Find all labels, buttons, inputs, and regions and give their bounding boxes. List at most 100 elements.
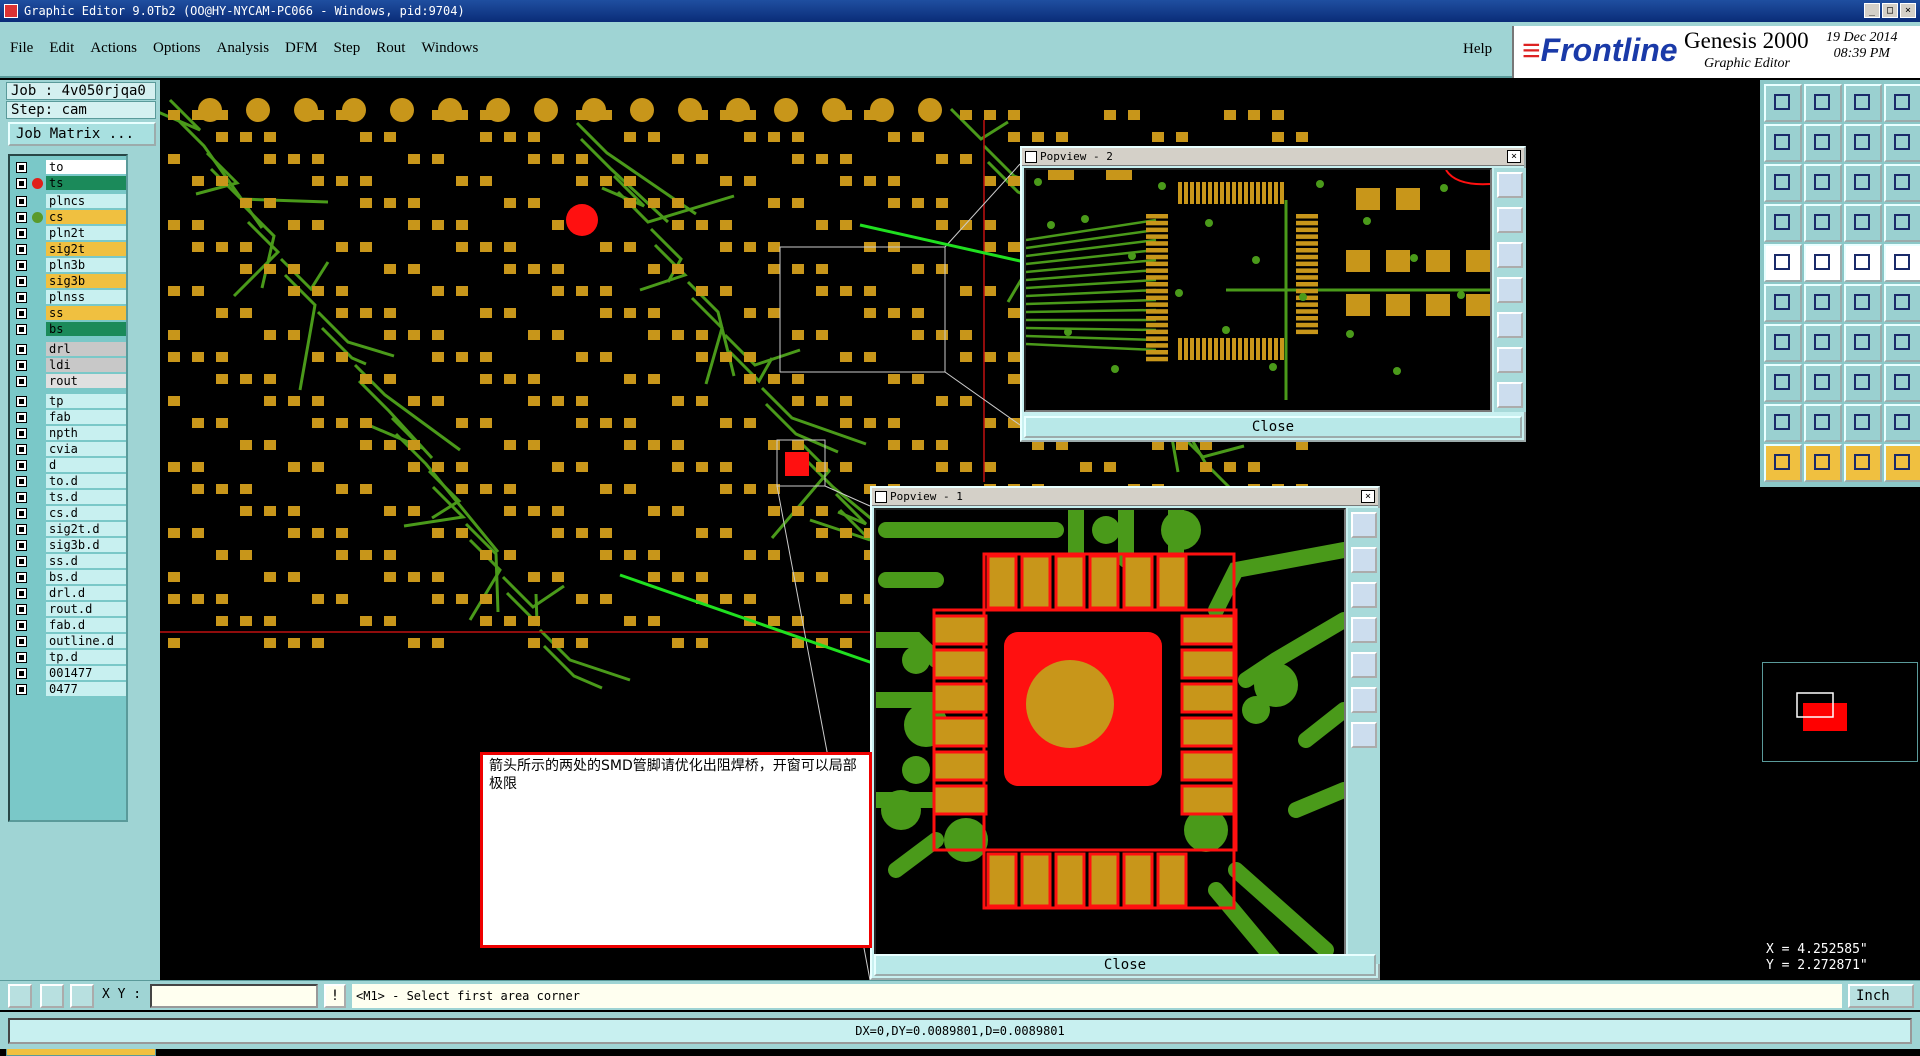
layer-name[interactable]: ldi <box>46 358 126 372</box>
menu-file[interactable]: File <box>10 40 33 57</box>
zoom-out-icon[interactable] <box>1844 84 1882 122</box>
snap-icon[interactable] <box>8 984 32 1008</box>
layer-checkbox[interactable] <box>16 572 27 583</box>
pan-right-button[interactable] <box>1351 652 1377 678</box>
layer-row-sig2t[interactable]: sig2t <box>12 242 126 257</box>
layer-checkbox[interactable] <box>16 540 27 551</box>
layer-name[interactable]: fab <box>46 410 126 424</box>
layer-row-cs-d[interactable]: cs.d <box>12 506 126 521</box>
layer-checkbox[interactable] <box>16 428 27 439</box>
layer-row-npth[interactable]: npth <box>12 426 126 441</box>
layer-name[interactable]: sig3b.d <box>46 538 126 552</box>
layer-checkbox[interactable] <box>16 344 27 355</box>
undo-icon[interactable] <box>1844 324 1882 362</box>
split-icon[interactable] <box>1884 284 1920 322</box>
layer-name[interactable]: pln2t <box>46 226 126 240</box>
dash-icon[interactable] <box>1844 244 1882 282</box>
layer-checkbox[interactable] <box>16 508 27 519</box>
layer-row-to-d[interactable]: to.d <box>12 474 126 489</box>
layer-name[interactable]: drl.d <box>46 586 126 600</box>
layer-checkbox[interactable] <box>16 360 27 371</box>
pointer-icon[interactable] <box>1764 444 1802 482</box>
layer-checkbox[interactable] <box>16 460 27 471</box>
layer-row-bs[interactable]: bs <box>12 322 126 337</box>
pan-left-button[interactable] <box>1351 617 1377 643</box>
area-icon[interactable] <box>1884 404 1920 442</box>
layer-name[interactable]: ts <box>46 176 126 190</box>
pick-icon[interactable] <box>1804 444 1842 482</box>
layer-checkbox[interactable] <box>16 260 27 271</box>
probe-icon[interactable] <box>1884 444 1920 482</box>
layer-row-plnss[interactable]: plnss <box>12 290 126 305</box>
cross-icon[interactable] <box>1804 244 1842 282</box>
popview-2-close-button[interactable]: Close <box>1024 416 1522 438</box>
zoom-in-button[interactable] <box>1351 547 1377 573</box>
layer-row-tp-d[interactable]: tp.d <box>12 650 126 665</box>
layer-checkbox[interactable] <box>16 444 27 455</box>
line-icon[interactable] <box>1764 324 1802 362</box>
delete-icon[interactable] <box>1804 284 1842 322</box>
warn-icon[interactable] <box>1764 404 1802 442</box>
pan-icon[interactable] <box>1764 124 1802 162</box>
edge-icon[interactable] <box>1844 284 1882 322</box>
mirror-icon[interactable] <box>1844 124 1882 162</box>
layer-name[interactable]: sig2t <box>46 242 126 256</box>
layer-row-ss[interactable]: ss <box>12 306 126 321</box>
layer-name[interactable]: to.d <box>46 474 126 488</box>
rotate-icon[interactable] <box>1804 124 1842 162</box>
layer-name[interactable]: rout <box>46 374 126 388</box>
layer-row-rout-d[interactable]: rout.d <box>12 602 126 617</box>
scale-icon[interactable] <box>1844 164 1882 202</box>
layer-name[interactable]: fab.d <box>46 618 126 632</box>
layer-row-fab[interactable]: fab <box>12 410 126 425</box>
layer-checkbox[interactable] <box>16 668 27 679</box>
popview-1-close-icon[interactable]: × <box>1361 490 1375 503</box>
pad-icon[interactable] <box>1884 324 1920 362</box>
pan-left-button[interactable] <box>1497 277 1523 303</box>
layer-checkbox[interactable] <box>16 524 27 535</box>
grid-icon[interactable] <box>70 984 94 1008</box>
menu-dfm[interactable]: DFM <box>285 40 318 57</box>
layer-row-pln2t[interactable]: pln2t <box>12 226 126 241</box>
layer-row-plncs[interactable]: plncs <box>12 194 126 209</box>
layer-row-bs-d[interactable]: bs.d <box>12 570 126 585</box>
cut-icon[interactable] <box>1804 364 1842 402</box>
menu-rout[interactable]: Rout <box>376 40 405 57</box>
menu-actions[interactable]: Actions <box>90 40 137 57</box>
layer-row-drl[interactable]: drl <box>12 342 126 357</box>
pan-right-button[interactable] <box>1497 312 1523 338</box>
menu-windows[interactable]: Windows <box>421 40 478 57</box>
layer-checkbox[interactable] <box>16 652 27 663</box>
record-icon[interactable] <box>1804 204 1842 242</box>
layer-checkbox[interactable] <box>16 684 27 695</box>
snapshot-icon[interactable] <box>1764 204 1802 242</box>
layer-checkbox[interactable] <box>16 636 27 647</box>
layer-checkbox[interactable] <box>16 308 27 319</box>
layer-checkbox[interactable] <box>16 604 27 615</box>
layer-name[interactable]: ss <box>46 306 126 320</box>
maximize-button[interactable]: □ <box>1882 3 1898 18</box>
zoom-home-icon[interactable] <box>1764 84 1802 122</box>
layer-row-ts-d[interactable]: ts.d <box>12 490 126 505</box>
layer-checkbox[interactable] <box>16 412 27 423</box>
layer-name[interactable]: tp.d <box>46 650 126 664</box>
zoom-fit-button[interactable] <box>1351 512 1377 538</box>
connect-icon[interactable] <box>1764 284 1802 322</box>
layer-row-outline-d[interactable]: outline.d <box>12 634 126 649</box>
measure-icon[interactable] <box>1844 204 1882 242</box>
popview-2-close-icon[interactable]: × <box>1507 150 1521 163</box>
help-icon[interactable] <box>1884 164 1920 202</box>
layer-name[interactable]: rout.d <box>46 602 126 616</box>
layer-checkbox[interactable] <box>16 492 27 503</box>
layer-checkbox[interactable] <box>16 244 27 255</box>
layer-checkbox[interactable] <box>16 324 27 335</box>
layer-name[interactable]: tp <box>46 394 126 408</box>
xy-input[interactable] <box>150 984 318 1008</box>
layer-row-0477[interactable]: 0477 <box>12 682 126 697</box>
overview-map[interactable] <box>1762 662 1918 762</box>
layer-name[interactable]: pln3b <box>46 258 126 272</box>
job-matrix-button[interactable]: Job Matrix ... <box>8 122 156 146</box>
layer-name[interactable]: npth <box>46 426 126 440</box>
menu-analysis[interactable]: Analysis <box>217 40 270 57</box>
layer-row-001477[interactable]: 001477 <box>12 666 126 681</box>
